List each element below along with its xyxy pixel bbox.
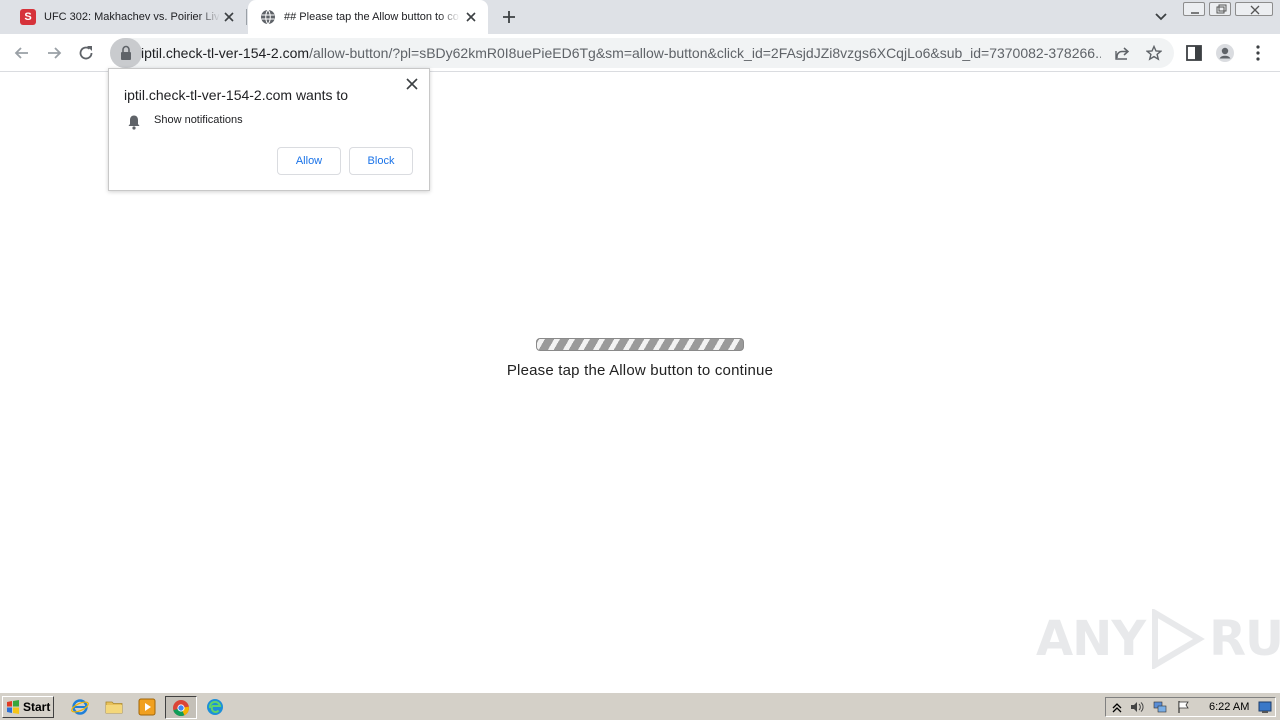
- allow-button[interactable]: Allow: [277, 147, 341, 175]
- more-menu-icon[interactable]: [1248, 43, 1268, 63]
- block-button[interactable]: Block: [349, 147, 413, 175]
- url-text[interactable]: iptil.check-tl-ver-154-2.com/allow-butto…: [141, 45, 1101, 61]
- watermark-text-left: ANY: [1036, 611, 1146, 667]
- close-icon[interactable]: [222, 10, 236, 24]
- restore-icon: [1216, 4, 1227, 14]
- bell-icon: [128, 115, 140, 130]
- close-icon[interactable]: [405, 77, 419, 91]
- volume-icon[interactable]: [1130, 700, 1144, 714]
- tab-ufc-stream[interactable]: S UFC 302: Makhachev vs. Poirier Live St…: [8, 0, 246, 34]
- share-icon[interactable]: [1114, 45, 1130, 61]
- tab-search-chevron-down-icon[interactable]: [1153, 10, 1169, 24]
- close-icon[interactable]: [464, 10, 478, 24]
- tab-title: UFC 302: Makhachev vs. Poirier Live Stre…: [44, 11, 220, 23]
- start-label: Start: [23, 700, 51, 714]
- side-panel-icon[interactable]: [1184, 43, 1204, 63]
- url-host: iptil.check-tl-ver-154-2.com: [141, 45, 310, 61]
- site-info-button[interactable]: [110, 38, 142, 68]
- show-hidden-icons-arrow-icon[interactable]: [1110, 700, 1124, 714]
- file-explorer-folder-icon[interactable]: [105, 698, 123, 716]
- url-path: /allow-button/?pl=sBDy62kmR0I8uePieED6Tg…: [309, 45, 1101, 61]
- new-tab-plus-icon[interactable]: [500, 8, 518, 26]
- taskbar-clock[interactable]: 6:22 AM: [1209, 701, 1249, 713]
- window-close-button[interactable]: [1235, 2, 1273, 16]
- globe-icon: [261, 9, 275, 25]
- windows-flag-icon: [7, 700, 19, 714]
- permission-label: Show notifications: [154, 114, 243, 126]
- profile-avatar-icon[interactable]: [1215, 43, 1235, 63]
- network-icon[interactable]: [1153, 700, 1167, 714]
- bookmark-star-icon[interactable]: [1146, 45, 1162, 61]
- reload-icon[interactable]: [76, 43, 96, 63]
- address-bar[interactable]: iptil.check-tl-ver-154-2.com/allow-butto…: [110, 38, 1174, 68]
- edge-icon[interactable]: [206, 698, 224, 716]
- progress-fill: [537, 339, 743, 350]
- tab-strip: S UFC 302: Makhachev vs. Poirier Live St…: [0, 0, 1280, 34]
- forward-arrow-icon[interactable]: [44, 43, 64, 63]
- action-center-flag-icon[interactable]: [1176, 700, 1190, 714]
- watermark-text-right: RUN: [1209, 611, 1280, 667]
- start-button[interactable]: Start: [2, 696, 54, 718]
- window-restore-button[interactable]: [1209, 2, 1231, 16]
- system-tray: 6:22 AM: [1105, 697, 1276, 717]
- loading-progress-bar: [536, 338, 744, 351]
- chrome-icon: [173, 700, 190, 717]
- tab-separator: [246, 9, 247, 25]
- tab-allow-page[interactable]: ## Please tap the Allow button to contin…: [248, 0, 488, 34]
- notification-permission-popup: iptil.check-tl-ver-154-2.com wants to Sh…: [108, 68, 430, 191]
- media-player-icon[interactable]: [138, 698, 156, 716]
- internet-explorer-icon[interactable]: [71, 698, 89, 716]
- anyrun-watermark: ANY RUN: [1036, 606, 1280, 672]
- popup-title: iptil.check-tl-ver-154-2.com wants to: [124, 87, 349, 103]
- taskbar-chrome-button[interactable]: [165, 696, 197, 719]
- browser-toolbar: iptil.check-tl-ver-154-2.com/allow-butto…: [0, 34, 1280, 72]
- tab-title: ## Please tap the Allow button to contin…: [284, 11, 460, 23]
- site-favicon-icon: S: [20, 9, 36, 25]
- window-minimize-button[interactable]: [1183, 2, 1205, 16]
- back-arrow-icon[interactable]: [12, 43, 32, 63]
- play-triangle-icon: [1152, 609, 1205, 669]
- page-message: Please tap the Allow button to continue: [506, 362, 774, 379]
- lock-icon: [121, 45, 131, 60]
- close-icon: [1250, 5, 1260, 15]
- minimize-icon: [1191, 12, 1199, 14]
- windows-taskbar: Start 6:22 AM: [0, 692, 1280, 720]
- show-desktop-icon[interactable]: [1258, 700, 1272, 714]
